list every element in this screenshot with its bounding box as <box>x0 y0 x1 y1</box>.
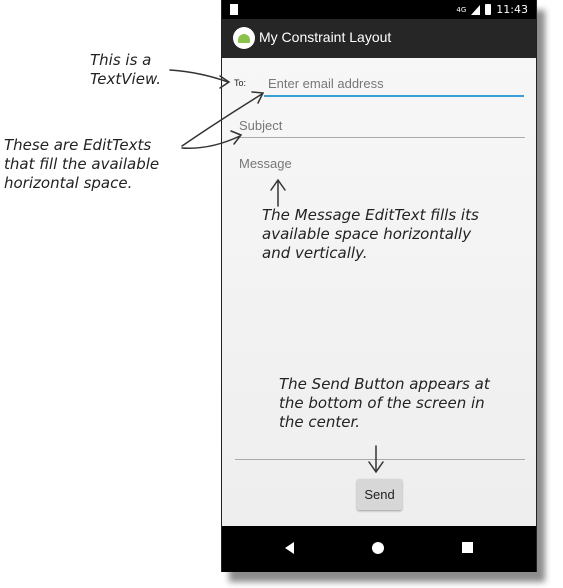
annotation-textview: This is a TextView. <box>90 51 162 88</box>
constraint-layout: To: Send <box>222 58 536 526</box>
to-label: To: <box>234 78 247 88</box>
status-bar: 4G 11:43 <box>222 0 536 19</box>
home-icon[interactable] <box>372 542 384 554</box>
email-field[interactable] <box>264 74 524 97</box>
android-app-icon <box>233 27 255 49</box>
network-type: 4G <box>456 5 467 14</box>
send-button[interactable]: Send <box>357 479 402 510</box>
annotation-edittexts: These are EditTexts that fill the availa… <box>4 136 160 192</box>
phone-frame: 4G 11:43 My Constraint Layout To: Send <box>221 0 537 572</box>
sd-card-icon <box>230 4 238 15</box>
recent-apps-icon[interactable] <box>462 542 473 553</box>
annotation-send: The Send Button appears at the bottom of… <box>279 375 490 431</box>
back-icon[interactable] <box>285 542 294 554</box>
status-icons: 4G 11:43 <box>456 3 528 16</box>
signal-icon <box>471 4 481 15</box>
annotation-message: The Message EditText fills its available… <box>262 206 479 262</box>
navigation-bar <box>222 526 536 572</box>
subject-field[interactable] <box>235 116 525 138</box>
status-time: 11:43 <box>496 3 528 16</box>
app-title: My Constraint Layout <box>259 29 392 45</box>
app-bar: My Constraint Layout <box>222 19 536 58</box>
battery-icon <box>485 4 492 15</box>
